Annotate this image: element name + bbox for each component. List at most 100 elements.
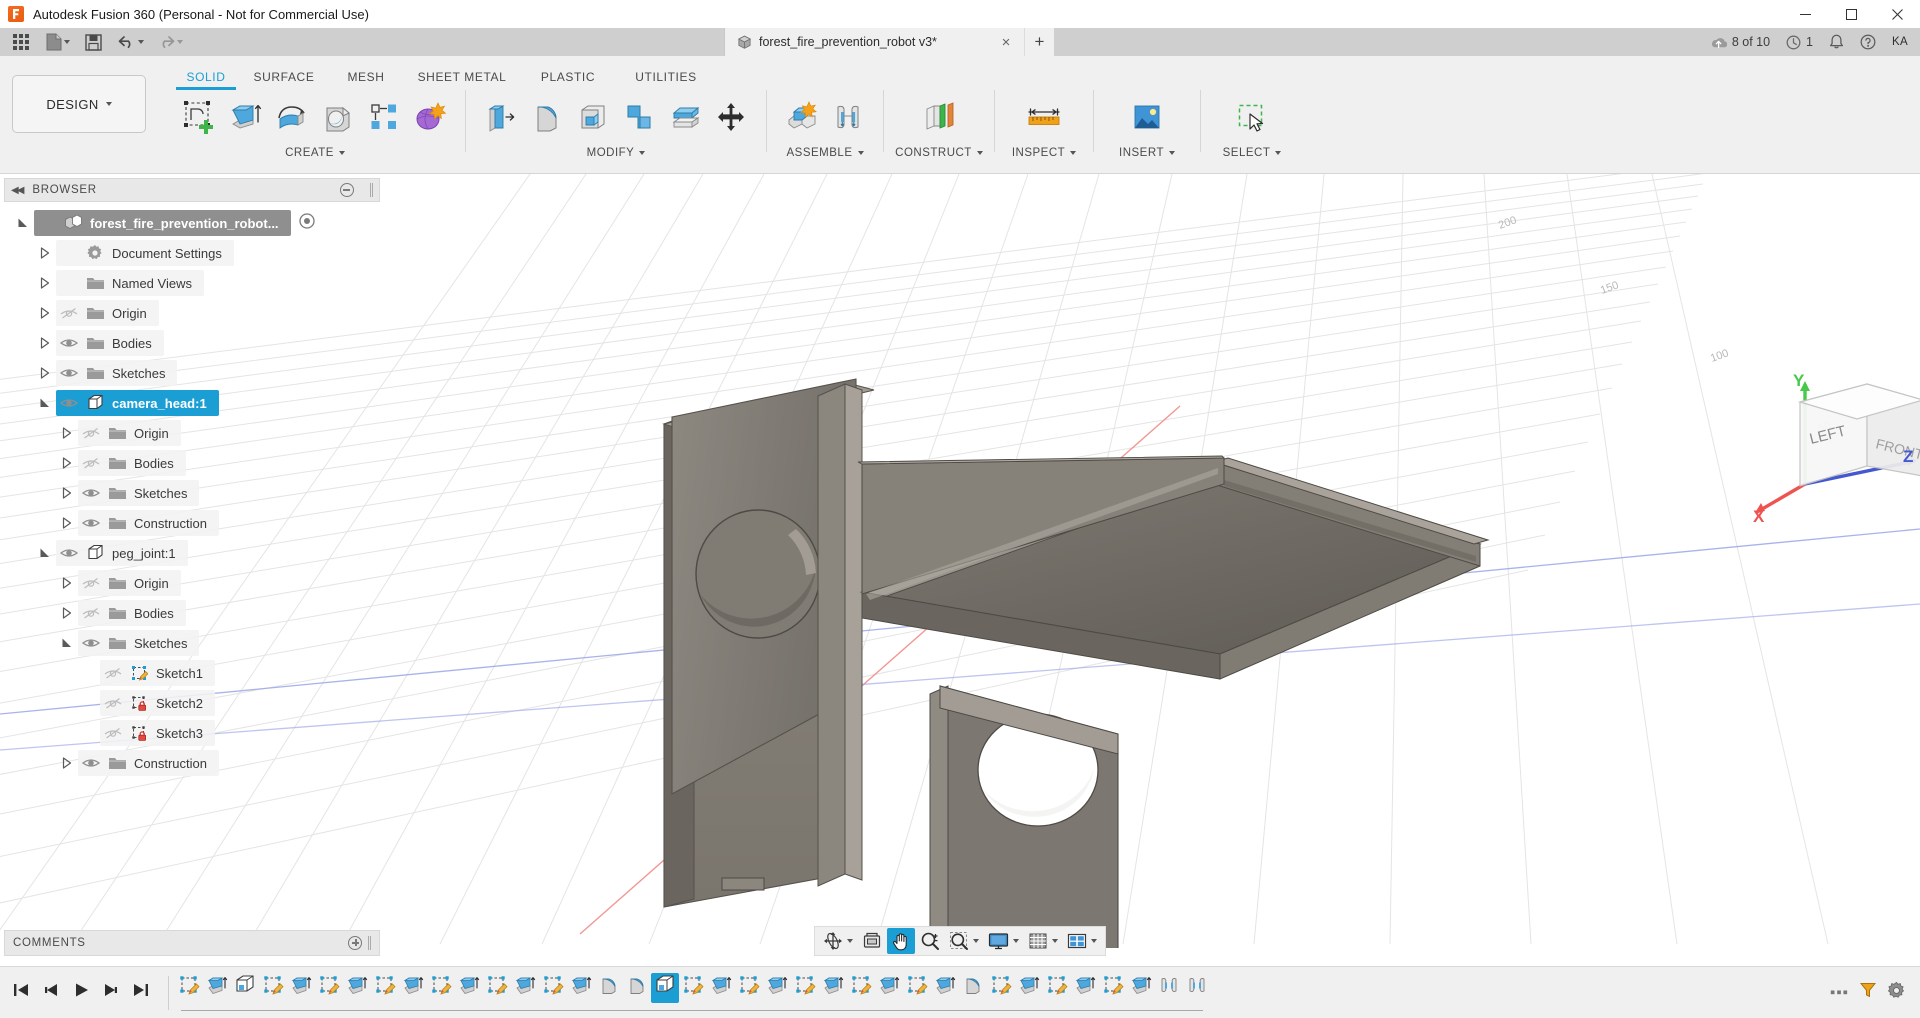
timeline-go-start-button[interactable]	[8, 978, 34, 1008]
insert-decal-button[interactable]	[1125, 91, 1169, 143]
timeline-feature[interactable]	[735, 973, 763, 1003]
tree-row[interactable]: Construction	[4, 748, 380, 778]
tab-mesh[interactable]: MESH	[328, 66, 404, 90]
tree-row[interactable]: camera_head:1	[4, 388, 380, 418]
tree-node[interactable]: Sketches	[78, 630, 199, 656]
look-at-button[interactable]	[858, 928, 886, 954]
chevron-down-icon[interactable]	[56, 630, 78, 656]
eye-hidden-icon[interactable]	[100, 690, 126, 716]
fillet-button[interactable]	[525, 91, 569, 143]
eye-visible-icon[interactable]	[78, 510, 104, 536]
timeline-feature[interactable]	[931, 973, 959, 1003]
new-tab-button[interactable]: +	[1024, 28, 1054, 56]
tree-node[interactable]: Sketch1	[100, 660, 215, 686]
tree-row[interactable]: Sketches	[4, 358, 380, 388]
create-form-button[interactable]	[408, 91, 452, 143]
timeline-feature[interactable]	[847, 973, 875, 1003]
tree-row[interactable]: Origin	[4, 568, 380, 598]
tree-row[interactable]: Sketch2	[4, 688, 380, 718]
create-sketch-button[interactable]	[178, 91, 222, 143]
tree-node[interactable]: Sketch3	[100, 720, 215, 746]
tree-node[interactable]: Bodies	[78, 600, 186, 626]
chevron-right-icon[interactable]	[56, 750, 78, 776]
collapse-left-icon[interactable]: ◀◀	[11, 185, 22, 196]
tree-node[interactable]: Named Views	[56, 270, 204, 296]
timeline-overflow-dots[interactable]: ▪▪▪	[1830, 984, 1849, 1001]
tree-row[interactable]: Named Views	[4, 268, 380, 298]
tree-node[interactable]: Bodies	[56, 330, 164, 356]
tree-node[interactable]: Construction	[78, 750, 219, 776]
ribbon-group-construct-label[interactable]: CONSTRUCT	[895, 147, 983, 159]
eye-hidden-icon[interactable]	[78, 420, 104, 446]
timeline-feature[interactable]	[651, 973, 679, 1003]
avatar[interactable]: KA	[1886, 32, 1914, 52]
timeline-track[interactable]	[169, 967, 1816, 1018]
chevron-down-icon[interactable]	[34, 390, 56, 416]
display-settings-button[interactable]	[984, 928, 1023, 954]
eye-hidden-icon[interactable]	[56, 300, 82, 326]
ribbon-group-create-label[interactable]: CREATE	[285, 147, 345, 159]
timeline-feature[interactable]	[511, 973, 539, 1003]
save-disk-icon[interactable]	[80, 30, 106, 54]
timeline-feature[interactable]	[259, 973, 287, 1003]
tree-node[interactable]: Sketches	[78, 480, 199, 506]
tree-row[interactable]: Construction	[4, 508, 380, 538]
timeline-feature[interactable]	[595, 973, 623, 1003]
chevron-down-icon[interactable]	[34, 540, 56, 566]
tree-node[interactable]: Origin	[78, 420, 181, 446]
document-tab[interactable]: forest_fire_prevention_robot v3* ×	[724, 28, 1024, 56]
tree-node[interactable]: Document Settings	[56, 240, 234, 266]
timeline-feature[interactable]	[371, 973, 399, 1003]
timeline-feature[interactable]	[959, 973, 987, 1003]
timeline-feature[interactable]	[175, 973, 203, 1003]
tree-node[interactable]: Sketches	[56, 360, 177, 386]
ribbon-group-insert-label[interactable]: INSERT	[1119, 147, 1175, 159]
timeline-feature[interactable]	[455, 973, 483, 1003]
combine-button[interactable]	[617, 91, 661, 143]
move-copy-button[interactable]	[709, 91, 753, 143]
eye-visible-icon[interactable]	[34, 210, 60, 236]
timeline-feature[interactable]	[1127, 973, 1155, 1003]
chevron-right-icon[interactable]	[56, 420, 78, 446]
tree-node[interactable]: forest_fire_prevention_robot...	[34, 210, 291, 236]
timeline-step-back-button[interactable]	[38, 978, 64, 1008]
tree-row[interactable]: Sketch3	[4, 718, 380, 748]
chevron-down-icon[interactable]	[12, 210, 34, 236]
eye-hidden-icon[interactable]	[100, 720, 126, 746]
revolve-button[interactable]	[270, 91, 314, 143]
panel-grip[interactable]	[368, 936, 371, 950]
eye-visible-icon[interactable]	[56, 330, 82, 356]
eye-hidden-icon[interactable]	[78, 600, 104, 626]
timeline-feature[interactable]	[1099, 973, 1127, 1003]
job-status-badge[interactable]: 8 of 10	[1705, 30, 1776, 54]
tab-utilities[interactable]: UTILITIES	[616, 66, 716, 90]
timeline-feature[interactable]	[483, 973, 511, 1003]
timeline-feature[interactable]	[707, 973, 735, 1003]
eye-hidden-icon[interactable]	[100, 660, 126, 686]
close-icon[interactable]	[1874, 0, 1920, 28]
eye-hidden-icon[interactable]	[78, 450, 104, 476]
ribbon-group-inspect-label[interactable]: INSPECT	[1012, 147, 1076, 159]
tree-node[interactable]: Construction	[78, 510, 219, 536]
timeline-feature[interactable]	[203, 973, 231, 1003]
chevron-right-icon[interactable]	[56, 480, 78, 506]
tab-sheet-metal[interactable]: SHEET METAL	[404, 66, 520, 90]
grid-snaps-button[interactable]	[1024, 928, 1062, 954]
radio-dot-icon[interactable]	[299, 213, 315, 234]
redo-arrow-icon[interactable]	[154, 30, 186, 54]
tree-row[interactable]: Sketches	[4, 628, 380, 658]
timeline-feature[interactable]	[287, 973, 315, 1003]
measure-button[interactable]	[1022, 91, 1066, 143]
timeline-step-forward-button[interactable]	[98, 978, 124, 1008]
tree-node[interactable]: camera_head:1	[56, 390, 219, 416]
timeline-go-end-button[interactable]	[128, 978, 154, 1008]
timeline-feature[interactable]	[819, 973, 847, 1003]
timeline-feature[interactable]	[539, 973, 567, 1003]
tab-plastic[interactable]: PLASTIC	[520, 66, 616, 90]
tree-row[interactable]: Origin	[4, 298, 380, 328]
timeline-feature[interactable]	[623, 973, 651, 1003]
timeline-feature[interactable]	[791, 973, 819, 1003]
timeline-feature[interactable]	[1015, 973, 1043, 1003]
offset-plane-button[interactable]	[917, 91, 961, 143]
shell-button[interactable]	[571, 91, 615, 143]
